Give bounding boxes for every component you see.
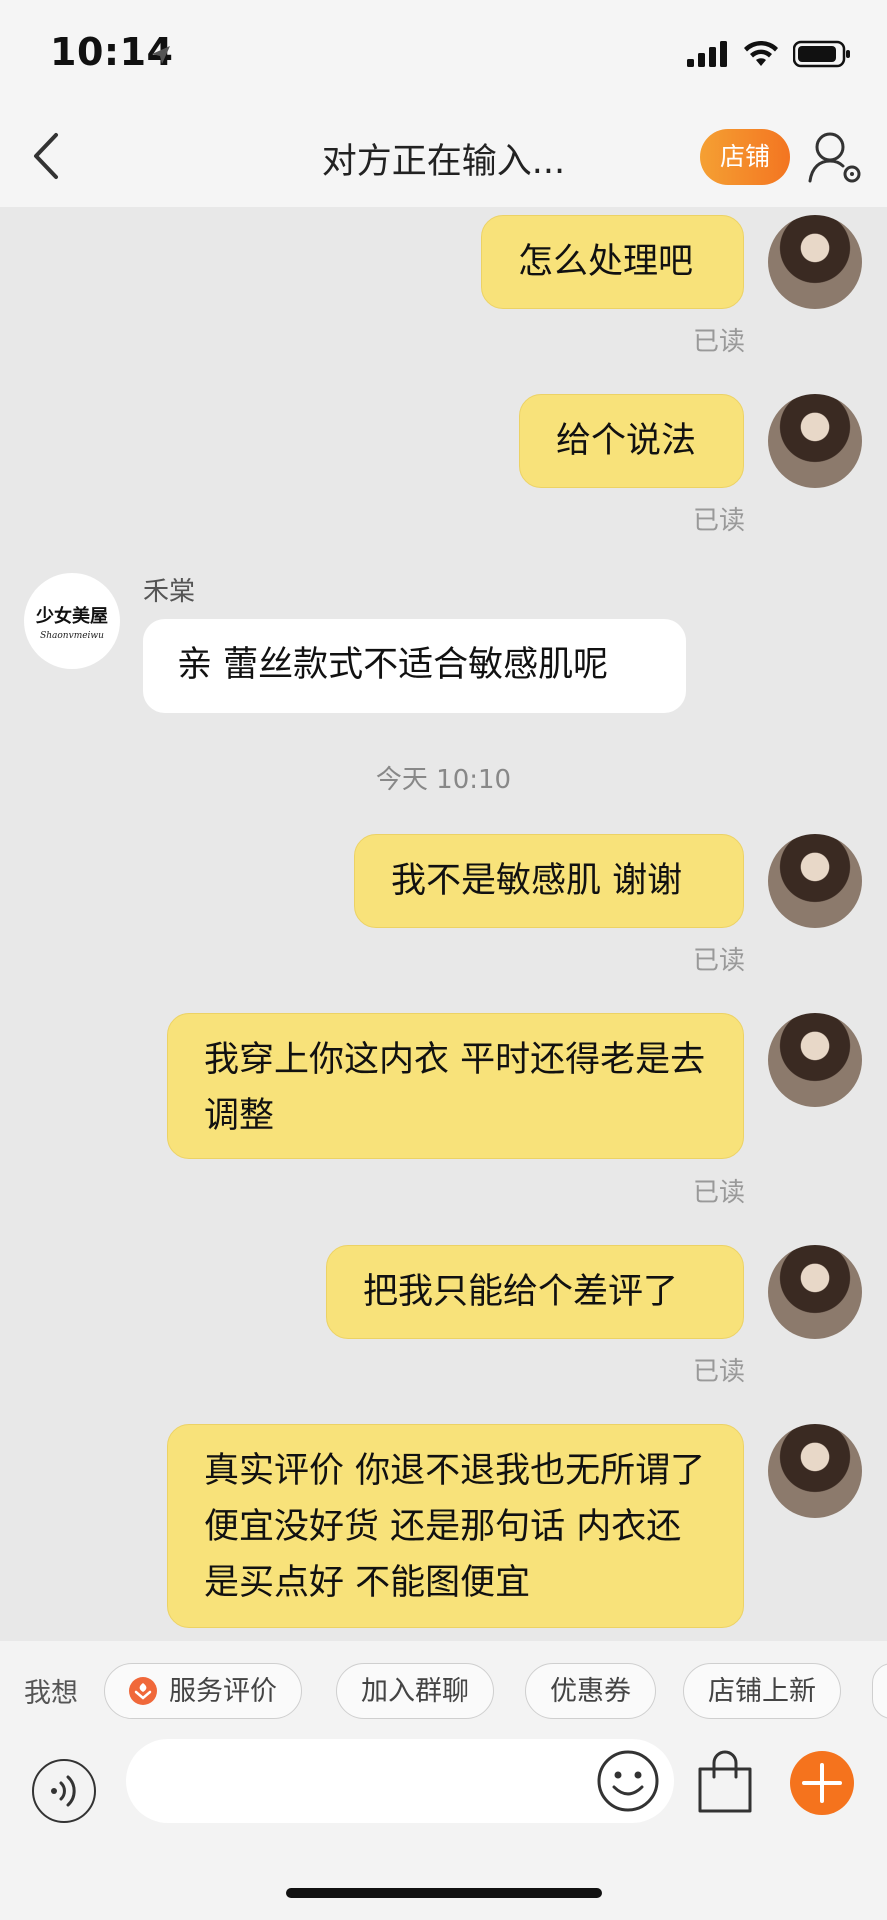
quick-action-bar: 我想 服务评价 加入群聊 优惠券 店铺上新 [0, 1641, 887, 1739]
message-text: 我穿上你这内衣 平时还得老是去调整 [204, 1040, 706, 1136]
message-text: 怎么处理吧 [518, 242, 694, 282]
chip-service-review[interactable]: 服务评价 [104, 1663, 302, 1719]
message-input[interactable] [126, 1739, 674, 1823]
message-bubble-sent[interactable]: 我穿上你这内衣 平时还得老是去调整 [167, 1013, 744, 1159]
message-text: 给个说法 [556, 421, 697, 461]
chip-label: 店铺上新 [708, 1676, 816, 1707]
review-icon [129, 1677, 157, 1705]
signal-icon [687, 41, 727, 67]
message-bubble-sent[interactable]: 真实评价 你退不退我也无所谓了 便宜没好货 还是那句话 内衣还是买点好 不能图便… [167, 1424, 744, 1628]
my-avatar[interactable] [768, 1245, 862, 1339]
message-bubble-received[interactable]: 亲 蕾丝款式不适合敏感肌呢 [143, 619, 686, 713]
message-bubble-sent[interactable]: 把我只能给个差评了 [326, 1245, 744, 1339]
battery-icon [793, 40, 850, 68]
message-bubble-sent[interactable]: 怎么处理吧 [481, 215, 744, 309]
wifi-icon [744, 40, 778, 66]
shop-logo-subtext: Shaonvmeiwu [40, 630, 104, 641]
message-text: 我不是敏感肌 谢谢 [391, 861, 683, 901]
plus-button[interactable] [790, 1751, 854, 1815]
my-avatar[interactable] [768, 1424, 862, 1518]
my-avatar[interactable] [768, 1013, 862, 1107]
my-avatar[interactable] [768, 215, 862, 309]
chat-list[interactable]: 怎么处理吧 已读 给个说法 已读 少女美屋 Shaonvmeiwu 禾棠 亲 蕾… [0, 207, 887, 1641]
nav-bar: 对方正在输入... 店铺 [0, 105, 887, 207]
chip-new-arrivals[interactable]: 店铺上新 [683, 1663, 841, 1719]
my-avatar[interactable] [768, 394, 862, 488]
read-receipt: 已读 [692, 327, 745, 357]
chip-coupon[interactable]: 优惠券 [525, 1663, 656, 1719]
quick-bar-label: 我想 [24, 1678, 78, 1709]
read-receipt: 已读 [692, 1178, 745, 1208]
time-separator: 今天 10:10 [375, 765, 512, 795]
emoji-icon[interactable] [596, 1749, 660, 1813]
home-indicator[interactable] [286, 1888, 602, 1898]
read-receipt: 已读 [692, 506, 745, 536]
read-receipt: 已读 [692, 946, 745, 976]
message-text: 真实评价 你退不退我也无所谓了 便宜没好货 还是那句话 内衣还是买点好 不能图便… [204, 1451, 706, 1603]
message-text: 亲 蕾丝款式不适合敏感肌呢 [177, 645, 609, 685]
message-text: 把我只能给个差评了 [363, 1272, 679, 1312]
read-receipt: 已读 [692, 1357, 745, 1387]
chip-label: 优惠券 [550, 1676, 631, 1707]
plus-icon [802, 1763, 842, 1803]
status-indicators [687, 40, 851, 68]
chip-label: 服务评价 [169, 1676, 277, 1707]
chip-join-group[interactable]: 加入群聊 [336, 1663, 494, 1719]
message-bubble-sent[interactable]: 给个说法 [519, 394, 744, 488]
shop-button[interactable]: 店铺 [700, 129, 790, 185]
my-avatar[interactable] [768, 834, 862, 928]
chip-more[interactable] [872, 1663, 887, 1719]
shop-logo-text: 少女美屋 [36, 605, 108, 627]
shopping-bag-icon[interactable] [694, 1749, 756, 1815]
voice-button[interactable] [32, 1759, 96, 1823]
status-bar: 10:14 [0, 0, 887, 105]
chip-label: 加入群聊 [361, 1676, 469, 1707]
message-bubble-sent[interactable]: 我不是敏感肌 谢谢 [354, 834, 744, 928]
user-settings-icon[interactable] [808, 127, 864, 187]
voice-wave-icon [51, 1775, 76, 1807]
shop-avatar[interactable]: 少女美屋 Shaonvmeiwu [24, 573, 120, 669]
location-arrow-icon [152, 46, 170, 64]
sender-name: 禾棠 [143, 577, 196, 607]
